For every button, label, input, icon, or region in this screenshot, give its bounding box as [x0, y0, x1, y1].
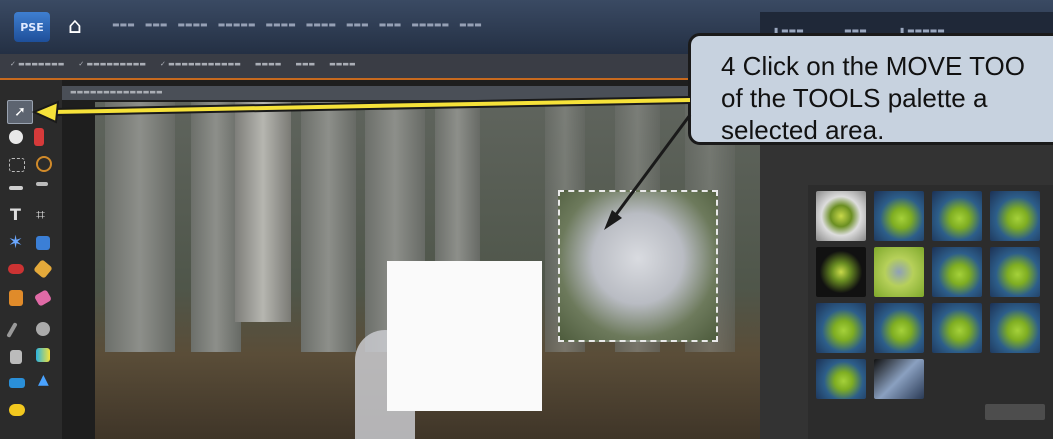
- arrange-button[interactable]: ▬▬▬▬: [255, 60, 281, 68]
- option-checkbox[interactable]: ✓ ▬▬▬▬▬▬▬: [10, 60, 64, 68]
- effect-thumbnail[interactable]: [816, 359, 866, 399]
- effect-thumbnail[interactable]: [990, 247, 1040, 297]
- menu-item[interactable]: ▬▬▬▬▬: [218, 20, 256, 29]
- align-button[interactable]: ▬▬▬: [295, 60, 315, 68]
- instruction-callout: 4 Click on the MOVE TOO of the TOOLS pal…: [688, 33, 1053, 145]
- menu-item[interactable]: ▬▬▬▬: [306, 20, 336, 29]
- move-tool-icon[interactable]: ➚: [7, 100, 33, 124]
- lasso-tool-icon[interactable]: [36, 156, 52, 172]
- home-icon[interactable]: ⌂: [62, 14, 88, 40]
- apply-button[interactable]: [985, 404, 1045, 420]
- effect-thumbnail[interactable]: [816, 303, 866, 353]
- menu-items: ▬▬▬ ▬▬▬ ▬▬▬▬ ▬▬▬▬▬ ▬▬▬▬ ▬▬▬▬ ▬▬▬ ▬▬▬ ▬▬▬…: [112, 20, 482, 29]
- hand-tool-icon[interactable]: [9, 130, 23, 144]
- effect-thumbnail[interactable]: [874, 191, 924, 241]
- marquee-tool-icon[interactable]: [9, 158, 25, 172]
- menu-item[interactable]: ▬▬▬: [346, 20, 369, 29]
- effect-thumbnail[interactable]: [816, 191, 866, 241]
- menu-item[interactable]: ▬▬▬: [459, 20, 482, 29]
- menu-item[interactable]: ▬▬▬▬: [177, 20, 207, 29]
- red-eye-icon[interactable]: [8, 264, 24, 274]
- blur-tool-icon[interactable]: ▲: [38, 372, 49, 388]
- effects-grid: [808, 185, 1053, 439]
- effect-thumbnail[interactable]: [874, 303, 924, 353]
- gradient-tool-icon[interactable]: [36, 348, 50, 362]
- fence-plank: [191, 102, 241, 352]
- blank-area: [387, 261, 542, 411]
- fence-plank: [301, 102, 356, 352]
- cookie-cutter-icon[interactable]: ✶: [8, 232, 23, 253]
- option-checkbox[interactable]: ✓ ▬▬▬▬▬▬▬▬▬▬▬: [160, 60, 241, 68]
- menu-item[interactable]: ▬▬▬: [379, 20, 402, 29]
- cat-selection[interactable]: [558, 190, 718, 342]
- magic-wand-icon[interactable]: [9, 186, 23, 190]
- app-logo[interactable]: PSE: [14, 12, 50, 42]
- smart-brush-icon[interactable]: [36, 322, 50, 336]
- tool-options: ✓ ▬▬▬▬▬▬▬ ✓ ▬▬▬▬▬▬▬▬▬ ✓ ▬▬▬▬▬▬▬▬▬▬▬ ▬▬▬▬…: [10, 60, 356, 68]
- effect-thumbnail[interactable]: [816, 247, 866, 297]
- fence-post: [235, 102, 291, 322]
- fence-plank: [105, 102, 175, 352]
- menu-item[interactable]: ▬▬▬▬▬: [411, 20, 449, 29]
- effect-thumbnail[interactable]: [874, 247, 924, 297]
- sponge-tool-icon[interactable]: [9, 404, 25, 416]
- shape-tool-icon[interactable]: [9, 378, 25, 388]
- document-tab[interactable]: [62, 86, 760, 100]
- document-title: ▬▬▬▬▬▬▬▬▬▬▬▬▬▬: [70, 88, 163, 96]
- callout-text: 4 Click on the MOVE TOO of the TOOLS pal…: [721, 51, 1025, 145]
- effect-thumbnail[interactable]: [932, 303, 982, 353]
- distribute-button[interactable]: ▬▬▬▬: [329, 60, 355, 68]
- menu-item[interactable]: ▬▬▬▬: [265, 20, 295, 29]
- effect-thumbnail[interactable]: [990, 303, 1040, 353]
- effect-thumbnail[interactable]: [932, 247, 982, 297]
- selection-brush-icon[interactable]: [36, 182, 48, 186]
- option-checkbox[interactable]: ✓ ▬▬▬▬▬▬▬▬▬: [78, 60, 146, 68]
- type-tool-icon[interactable]: T: [10, 205, 21, 224]
- paint-bucket-icon[interactable]: [10, 350, 22, 364]
- zoom-tool-icon[interactable]: [34, 128, 44, 146]
- clone-stamp-icon[interactable]: [9, 290, 23, 306]
- effect-thumbnail[interactable]: [990, 191, 1040, 241]
- effect-thumbnail[interactable]: [874, 359, 924, 399]
- menu-item[interactable]: ▬▬▬: [145, 20, 168, 29]
- crop-tool-icon[interactable]: ⌗: [36, 205, 45, 225]
- menu-item[interactable]: ▬▬▬: [112, 20, 135, 29]
- effect-thumbnail[interactable]: [932, 191, 982, 241]
- straighten-tool-icon[interactable]: [36, 236, 50, 250]
